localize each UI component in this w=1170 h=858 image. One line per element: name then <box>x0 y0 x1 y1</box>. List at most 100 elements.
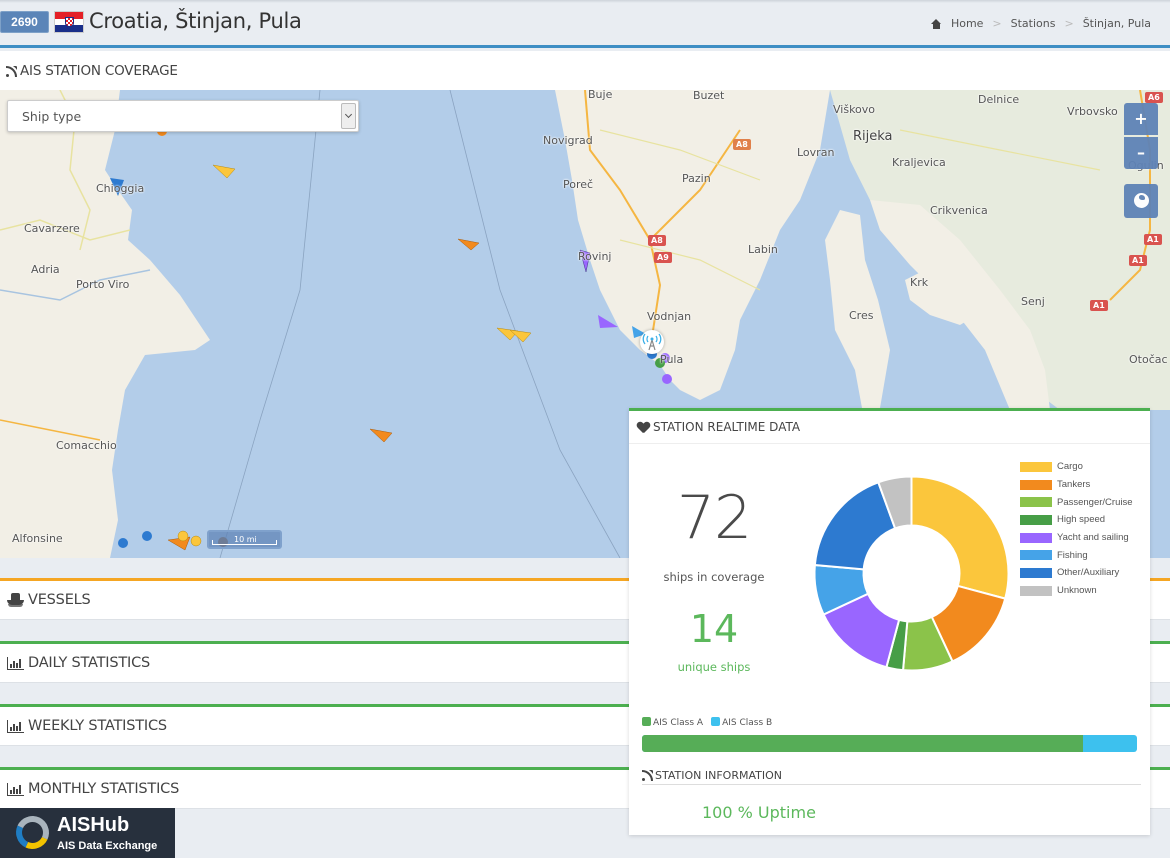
place-label: Cavarzere <box>24 222 80 235</box>
place-label: Pula <box>660 353 684 366</box>
place-label: Novigrad <box>543 134 593 147</box>
layers-button[interactable] <box>1124 184 1158 218</box>
place-label: Chioggia <box>96 182 145 195</box>
breadcrumb-stations[interactable]: Stations <box>1011 17 1056 30</box>
place-label: Rovinj <box>578 250 612 263</box>
monthly-statistics-title: MONTHLY STATISTICS <box>28 781 180 797</box>
unique-ships-count: 14 <box>689 607 739 651</box>
aishub-logo[interactable]: AISHub AIS Data Exchange <box>0 808 175 858</box>
place-label: Vodnjan <box>647 310 692 323</box>
ships-in-coverage-label: ships in coverage <box>663 570 765 584</box>
place-label: Alfonsine <box>12 532 63 545</box>
station-antenna-marker[interactable] <box>640 330 664 354</box>
place-label: Comacchio <box>56 439 117 452</box>
place-label: Buje <box>588 90 613 101</box>
logo-tagline: AIS Data Exchange <box>57 840 158 852</box>
legend-item[interactable]: Passenger/Cruise <box>1020 493 1133 511</box>
divider <box>642 784 1141 785</box>
heartbeat-icon <box>637 422 650 433</box>
vessels-title: VESSELS <box>28 592 91 608</box>
breadcrumb-current: Štinjan, Pula <box>1082 17 1151 30</box>
home-icon <box>930 18 942 29</box>
ship-type-select-value: Ship type <box>22 109 82 124</box>
bar-chart-icon <box>7 719 24 733</box>
place-label: Adria <box>31 263 60 276</box>
legend-item[interactable]: Fishing <box>1020 546 1133 564</box>
place-label: Delnice <box>978 93 1020 106</box>
legend-label: Unknown <box>1057 585 1097 597</box>
place-label: Cres <box>849 309 874 322</box>
zoom-out-button[interactable]: – <box>1124 137 1158 169</box>
place-label: Porto Viro <box>76 278 130 291</box>
place-label: Otočac <box>1129 353 1168 366</box>
legend-label: Other/Auxiliary <box>1057 567 1120 579</box>
ais-class-legend: AIS Class A AIS Class B <box>642 717 772 728</box>
road-shield: A1 <box>1090 300 1108 311</box>
place-label: Krk <box>910 276 929 289</box>
zoom-in-button[interactable]: + <box>1124 103 1158 135</box>
logo-name: AISHub <box>57 814 130 836</box>
realtime-title: STATION REALTIME DATA <box>653 420 801 434</box>
rss-icon <box>6 65 17 77</box>
place-label: Poreč <box>563 178 594 191</box>
rss-icon <box>642 770 653 781</box>
globe-icon <box>1133 193 1149 208</box>
breadcrumb: Home > Stations > Štinjan, Pula <box>930 17 1151 30</box>
legend-swatch <box>1020 497 1052 508</box>
legend-item[interactable]: Other/Auxiliary <box>1020 564 1133 582</box>
place-label: Pazin <box>682 172 711 185</box>
legend-swatch <box>1020 461 1052 472</box>
place-label: Buzet <box>693 90 725 102</box>
page-header: 2690 Croatia, Štinjan, Pula Home > Stati… <box>0 0 1170 48</box>
legend-swatch <box>1020 567 1052 578</box>
place-label: Lovran <box>797 146 835 159</box>
road-shield: A8 <box>648 235 666 246</box>
place-label: Crikvenica <box>930 204 988 217</box>
aishub-logo-icon <box>11 811 54 854</box>
place-label: Rijeka <box>853 129 893 144</box>
bar-chart-icon <box>7 656 24 670</box>
coverage-panel-header: AIS STATION COVERAGE <box>0 51 1170 90</box>
legend-item[interactable]: Unknown <box>1020 582 1133 600</box>
road-shield: A9 <box>654 252 672 263</box>
legend-label: High speed <box>1057 514 1106 526</box>
road-shield: A6 <box>1145 92 1163 103</box>
weekly-statistics-title: WEEKLY STATISTICS <box>28 718 167 734</box>
chevron-down-icon[interactable] <box>341 103 356 129</box>
antenna-icon <box>642 333 662 351</box>
station-id-badge: 2690 <box>0 11 49 33</box>
legend-item[interactable]: Cargo <box>1020 458 1133 476</box>
ship-type-select[interactable]: Ship type <box>7 100 359 132</box>
legend-item[interactable]: Yacht and sailing <box>1020 529 1133 547</box>
legend-swatch <box>1020 585 1052 596</box>
legend-item[interactable]: Tankers <box>1020 476 1133 494</box>
place-label: Viškovo <box>833 103 876 116</box>
ais-class-a-fill <box>642 735 1083 752</box>
ais-class-progress-bar <box>642 735 1137 752</box>
breadcrumb-home[interactable]: Home <box>951 17 983 30</box>
ship-icon <box>7 592 24 608</box>
legend-label: Cargo <box>1057 461 1083 473</box>
croatia-flag-icon <box>54 11 84 33</box>
legend-swatch <box>1020 514 1052 525</box>
daily-statistics-title: DAILY STATISTICS <box>28 655 151 671</box>
legend-label: Passenger/Cruise <box>1057 496 1133 508</box>
place-label: Kraljevica <box>892 156 946 169</box>
unique-ships-label: unique ships <box>677 660 751 674</box>
legend-swatch <box>1020 532 1052 543</box>
donut-slice-cargo[interactable] <box>910 475 1010 600</box>
breadcrumb-separator: > <box>992 17 1002 30</box>
legend-swatch <box>1020 550 1052 561</box>
road-shield: A8 <box>733 139 751 150</box>
bar-chart-icon <box>7 782 24 796</box>
map-scale: 10 mi <box>207 530 282 549</box>
legend-item[interactable]: High speed <box>1020 511 1133 529</box>
station-realtime-panel: STATION REALTIME DATA 72 ships in covera… <box>629 408 1150 835</box>
breadcrumb-separator: > <box>1064 17 1074 30</box>
ship-type-donut-chart <box>813 475 1010 672</box>
ships-in-coverage-count: 72 <box>676 483 752 553</box>
legend-label: Fishing <box>1057 549 1088 561</box>
uptime-value: 100 % Uptime <box>702 803 816 822</box>
place-label: Labin <box>748 243 778 256</box>
page-title: Croatia, Štinjan, Pula <box>89 9 302 33</box>
